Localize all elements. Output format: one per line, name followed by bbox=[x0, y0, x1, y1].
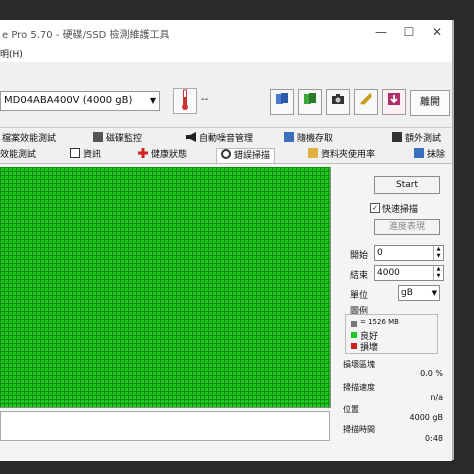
tab-row-bottom: 效能測試 資訊 健康狀態 錯誤掃描 資料夾使用率 抹除 bbox=[0, 148, 452, 163]
drive-select-value: MD04ABA400V (4000 gB) bbox=[4, 95, 133, 106]
checkbox-check-icon: ✓ bbox=[370, 203, 380, 213]
legend-bad-swatch bbox=[351, 343, 357, 349]
download-icon[interactable] bbox=[382, 89, 406, 115]
tab-row-top: 檔案效能測試 磁碟監控 自動噪音管理 隨機存取 額外測試 bbox=[0, 132, 452, 146]
tab-extra-tests[interactable]: 額外測試 bbox=[392, 132, 441, 146]
scan-block-grid bbox=[0, 167, 331, 408]
drive-select[interactable]: MD04ABA400V (4000 gB) ▼ bbox=[0, 91, 160, 111]
maximize-button[interactable]: ☐ bbox=[398, 23, 420, 41]
tab-disk-monitor[interactable]: 磁碟監控 bbox=[93, 132, 142, 146]
tab-file-benchmark[interactable]: 檔案效能測試 bbox=[2, 132, 56, 146]
unit-select-value: gB bbox=[401, 288, 413, 298]
window-title: e Pro 5.70 - 硬碟/SSD 檢測維護工具 bbox=[2, 30, 170, 41]
minimize-button[interactable]: — bbox=[370, 23, 392, 41]
main-window: e Pro 5.70 - 硬碟/SSD 檢測維護工具 — ☐ ✕ 明(H) MD… bbox=[0, 20, 454, 461]
damaged-blocks-value: 0.0 % bbox=[420, 369, 443, 378]
copy-all-icon[interactable] bbox=[298, 89, 322, 115]
start-field[interactable]: 0 ▲ ▼ bbox=[374, 245, 444, 261]
unit-select[interactable]: gB ▼ bbox=[398, 285, 440, 301]
close-button[interactable]: ✕ bbox=[426, 23, 448, 41]
start-field-value: 0 bbox=[377, 248, 383, 258]
tab-erase[interactable]: 抹除 bbox=[414, 148, 445, 162]
thermometer-icon bbox=[173, 88, 197, 114]
chevron-down-icon: ▼ bbox=[149, 96, 156, 105]
unit-label: 單位 bbox=[350, 291, 369, 301]
divider bbox=[0, 127, 452, 128]
camera-icon[interactable] bbox=[326, 89, 350, 115]
tab-error-scan[interactable]: 錯誤掃描 bbox=[216, 148, 276, 163]
end-field-value: 4000 bbox=[377, 268, 400, 278]
scan-controls: Start ✓ 快速掃描 進度表現 開始 0 ▲ ▼ 結束 4000 ▲ ▼ 單位 … bbox=[340, 164, 452, 461]
random-access-icon bbox=[284, 132, 294, 142]
quick-scan-checkbox[interactable]: ✓ 快速掃描 bbox=[370, 202, 450, 215]
scan-speed: 掃描速度 bbox=[343, 382, 443, 393]
legend-block-swatch bbox=[351, 321, 357, 327]
end-field[interactable]: 4000 ▲ ▼ bbox=[374, 265, 444, 281]
extra-tests-icon bbox=[392, 132, 402, 142]
start-spinner[interactable]: ▲ ▼ bbox=[433, 246, 443, 260]
end-field-label: 結束 bbox=[350, 271, 369, 281]
start-button[interactable]: Start bbox=[374, 176, 440, 194]
legend-ok-swatch bbox=[351, 332, 357, 338]
tab-random-access[interactable]: 隨機存取 bbox=[284, 132, 333, 146]
options-icon[interactable] bbox=[354, 89, 378, 115]
title-bar: e Pro 5.70 - 硬碟/SSD 檢測維護工具 — ☐ ✕ bbox=[0, 20, 452, 45]
damaged-blocks-label: 損壞區塊 bbox=[343, 360, 375, 369]
scan-speed-label: 掃描速度 bbox=[343, 383, 375, 392]
goto-button[interactable]: 進度表現 bbox=[374, 219, 440, 235]
speaker-icon bbox=[186, 132, 196, 142]
menu-help[interactable]: 明(H) bbox=[0, 47, 23, 60]
tab-info[interactable]: 資訊 bbox=[70, 148, 101, 162]
tab-folder-usage[interactable]: 資料夾使用率 bbox=[308, 148, 375, 162]
scan-log bbox=[0, 411, 330, 441]
chevron-down-icon: ▼ bbox=[431, 289, 437, 297]
exit-button[interactable]: 離開 bbox=[410, 90, 450, 116]
legend-bad-label: 損壞 bbox=[360, 343, 379, 353]
erase-icon bbox=[414, 148, 424, 158]
position-value: 4000 gB bbox=[409, 413, 443, 422]
copy-icon[interactable] bbox=[270, 89, 294, 115]
elapsed-value: 0:48 bbox=[425, 434, 443, 443]
position-label: 位置 bbox=[343, 405, 359, 414]
start-field-label: 開始 bbox=[350, 251, 369, 261]
temperature-value: -- bbox=[201, 94, 209, 105]
magnifier-icon bbox=[221, 149, 231, 159]
legend-block-size: = 1526 MB bbox=[360, 318, 399, 326]
menu-bar: 明(H) bbox=[0, 44, 452, 62]
tab-aam[interactable]: 自動噪音管理 bbox=[186, 132, 253, 146]
scan-speed-value: n/a bbox=[430, 393, 443, 402]
quick-scan-label: 快速掃描 bbox=[382, 205, 419, 215]
elapsed-label: 掃描時間 bbox=[343, 425, 375, 434]
info-icon bbox=[70, 148, 80, 158]
error-scan-panel: Start ✓ 快速掃描 進度表現 開始 0 ▲ ▼ 結束 4000 ▲ ▼ 單位 … bbox=[0, 163, 452, 461]
health-cross-icon bbox=[138, 148, 148, 158]
folder-icon bbox=[308, 148, 318, 158]
tab-benchmark[interactable]: 效能測試 bbox=[0, 148, 36, 162]
monitor-icon bbox=[93, 132, 103, 142]
tab-health[interactable]: 健康狀態 bbox=[138, 148, 187, 162]
end-spinner[interactable]: ▲ ▼ bbox=[433, 266, 443, 280]
legend: = 1526 MB 良好 損壞 bbox=[345, 314, 438, 354]
toolbar: MD04ABA400V (4000 gB) ▼ -- 離開 bbox=[0, 64, 452, 126]
